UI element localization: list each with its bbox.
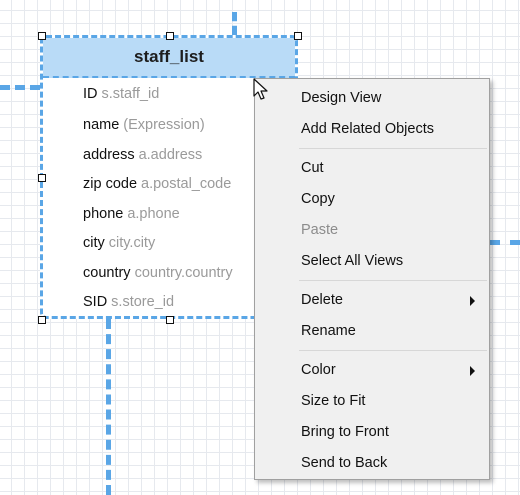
- menu-item-send-to-back[interactable]: Send to Back: [255, 448, 489, 479]
- field-name: country: [83, 264, 131, 281]
- resize-handle-bottom-left[interactable]: [38, 316, 46, 324]
- menu-item-bring-to-front[interactable]: Bring to Front: [255, 417, 489, 448]
- menu-item-design-view[interactable]: Design View: [255, 83, 489, 114]
- menu-item-label: Color: [301, 362, 336, 378]
- context-menu: Design View Add Related Objects Cut Copy Pas…: [254, 78, 490, 480]
- field-source: a.postal_code: [141, 176, 232, 192]
- menu-item-label: Select All Views: [301, 253, 404, 269]
- relationship-line-top[interactable]: [232, 12, 237, 35]
- resize-handle-top-left[interactable]: [38, 32, 46, 40]
- menu-item-paste: Paste: [255, 215, 489, 246]
- field-name: address: [83, 146, 135, 163]
- field-source: s.staff_id: [101, 86, 160, 102]
- menu-separator: [299, 350, 487, 351]
- submenu-arrow-icon: [470, 365, 475, 376]
- menu-item-label: Paste: [301, 222, 339, 238]
- table-title[interactable]: staff_list: [43, 38, 295, 78]
- field-source: a.address: [138, 146, 203, 163]
- menu-item-label: Rename: [301, 323, 356, 339]
- field-source: a.phone: [127, 205, 180, 222]
- menu-item-label: Cut: [301, 160, 324, 176]
- field-source: (Expression): [123, 117, 205, 133]
- field-name: city: [83, 235, 105, 251]
- mouse-pointer-icon: [253, 78, 268, 100]
- relationship-line-right[interactable]: [490, 240, 520, 245]
- submenu-arrow-icon: [470, 295, 475, 306]
- field-name: phone: [83, 205, 124, 222]
- field-name: SID: [83, 294, 108, 310]
- menu-item-label: Delete: [301, 292, 343, 308]
- menu-item-rename[interactable]: Rename: [255, 316, 489, 347]
- resize-handle-bottom-middle[interactable]: [166, 316, 174, 324]
- menu-item-label: Copy: [301, 191, 335, 207]
- field-source: s.store_id: [111, 294, 175, 310]
- menu-separator: [299, 148, 487, 149]
- relationship-line-left[interactable]: [0, 85, 40, 90]
- field-source: city.city: [108, 235, 156, 251]
- resize-handle-top-middle[interactable]: [166, 32, 174, 40]
- relationship-line-bottom[interactable]: [106, 319, 111, 495]
- menu-item-select-all-views[interactable]: Select All Views: [255, 246, 489, 277]
- resize-handle-middle-left[interactable]: [38, 174, 46, 182]
- field-name: ID: [83, 86, 98, 102]
- menu-item-color[interactable]: Color: [255, 355, 489, 386]
- menu-item-size-to-fit[interactable]: Size to Fit: [255, 386, 489, 417]
- menu-item-label: Send to Back: [301, 455, 388, 471]
- menu-item-label: Bring to Front: [301, 424, 389, 440]
- menu-item-label: Design View: [301, 90, 382, 106]
- field-source: country.country: [134, 264, 233, 281]
- resize-handle-top-right[interactable]: [294, 32, 302, 40]
- menu-item-add-related-objects[interactable]: Add Related Objects: [255, 114, 489, 145]
- field-name: zip code: [83, 176, 138, 192]
- field-name: name: [83, 117, 120, 133]
- menu-item-label: Add Related Objects: [301, 121, 434, 137]
- menu-item-copy[interactable]: Copy: [255, 184, 489, 215]
- menu-separator: [299, 280, 487, 281]
- menu-item-label: Size to Fit: [301, 393, 366, 409]
- menu-item-cut[interactable]: Cut: [255, 153, 489, 184]
- menu-item-delete[interactable]: Delete: [255, 285, 489, 316]
